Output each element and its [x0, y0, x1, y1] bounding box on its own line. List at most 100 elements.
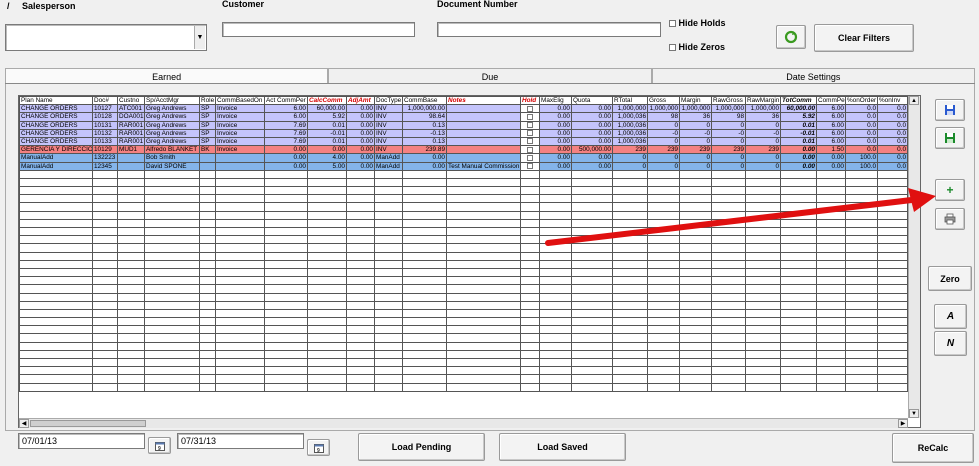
table-cell[interactable] — [446, 145, 521, 155]
table-cell[interactable]: 0 — [647, 120, 680, 130]
column-header[interactable]: Margin — [679, 96, 712, 106]
table-cell[interactable] — [446, 112, 521, 122]
table-cell[interactable]: 0.01 — [780, 120, 817, 130]
table-cell[interactable]: Greg Andrews — [144, 120, 200, 130]
column-header[interactable]: Plan Name — [19, 96, 93, 106]
column-header[interactable]: Doc# — [92, 96, 118, 106]
table-cell[interactable]: 0.0 — [877, 120, 908, 130]
table-cell[interactable]: 1,000,036 — [612, 112, 648, 122]
table-cell[interactable]: 0.00 — [346, 104, 375, 114]
table-cell[interactable]: -0.13 — [402, 128, 447, 138]
scroll-down-icon[interactable]: ▼ — [909, 409, 919, 418]
table-cell[interactable]: Invoice — [215, 104, 265, 114]
table-cell[interactable]: Greg Andrews — [144, 112, 200, 122]
table-cell[interactable] — [117, 161, 145, 171]
table-cell[interactable]: SP — [199, 112, 216, 122]
table-cell[interactable]: 0.00 — [780, 145, 817, 155]
horizontal-scroll-thumb[interactable] — [30, 420, 146, 427]
date-to-input[interactable]: 07/31/13 — [177, 433, 304, 449]
table-cell[interactable]: Invoice — [215, 145, 265, 155]
table-cell[interactable]: 6.00 — [264, 112, 308, 122]
table-cell[interactable]: 0.00 — [539, 136, 572, 147]
table-cell[interactable]: 0.00 — [539, 145, 572, 155]
column-header[interactable]: Role — [199, 96, 216, 106]
table-cell[interactable]: 0.0 — [845, 112, 878, 122]
table-row[interactable]: CHANGE ORDERS 10131 RAR001 Greg Andrews SP In… — [19, 120, 908, 130]
table-cell[interactable]: 1,000,000 — [647, 104, 680, 114]
table-cell[interactable]: Greg Andrews — [144, 128, 200, 138]
table-cell[interactable]: 0 — [711, 120, 746, 130]
table-cell[interactable]: 0.00 — [539, 112, 572, 122]
table-cell[interactable]: 0.00 — [264, 161, 308, 171]
table-cell[interactable]: 1,000,036 — [612, 136, 648, 147]
table-cell[interactable]: Invoice — [215, 120, 265, 130]
load-pending-button[interactable]: Load Pending — [358, 433, 485, 461]
document-number-input[interactable] — [437, 22, 661, 37]
tab-due[interactable]: Due — [328, 68, 652, 83]
table-cell[interactable]: 6.00 — [816, 128, 846, 138]
table-cell[interactable]: 7.69 — [264, 120, 308, 130]
table-cell[interactable]: 0.0 — [877, 145, 908, 155]
table-cell[interactable]: SP — [199, 136, 216, 147]
table-cell[interactable]: Invoice — [215, 128, 265, 138]
table-cell[interactable]: 0.00 — [539, 120, 572, 130]
table-cell[interactable]: 0.00 — [571, 104, 613, 114]
table-cell[interactable]: 0 — [612, 153, 648, 163]
table-cell[interactable]: 0.00 — [346, 145, 375, 155]
table-cell[interactable]: 0.01 — [307, 136, 347, 147]
table-cell[interactable]: 0.00 — [539, 128, 572, 138]
table-cell[interactable]: 10133 — [92, 136, 118, 147]
table-cell[interactable]: Test Manual Commission — [446, 161, 521, 171]
column-header[interactable]: CommBase — [402, 96, 447, 106]
table-cell[interactable]: 36 — [679, 112, 712, 122]
hide-zeros-option[interactable]: Hide Zeros — [669, 42, 725, 52]
table-cell[interactable]: 0 — [679, 120, 712, 130]
table-cell[interactable]: 0.00 — [571, 112, 613, 122]
scroll-left-icon[interactable]: ◀ — [19, 419, 29, 428]
save-button[interactable] — [935, 99, 965, 121]
table-cell[interactable]: ManAdd — [374, 153, 403, 163]
dropdown-arrow-icon[interactable]: ▼ — [194, 26, 205, 49]
table-cell[interactable]: 0.0 — [845, 120, 878, 130]
table-cell[interactable]: 6.00 — [264, 104, 308, 114]
table-cell[interactable]: 0.0 — [845, 145, 878, 155]
table-cell[interactable] — [446, 128, 521, 138]
table-cell[interactable]: 0.00 — [571, 161, 613, 171]
table-cell[interactable]: 100.0 — [845, 161, 878, 171]
date-from-calendar-button[interactable]: 9 — [148, 437, 171, 454]
hold-checkbox[interactable] — [527, 138, 533, 145]
table-cell[interactable]: 7.69 — [264, 128, 308, 138]
table-cell[interactable]: 1.50 — [816, 145, 846, 155]
table-cell[interactable]: 239.89 — [402, 145, 447, 155]
table-cell[interactable]: -0.01 — [780, 128, 817, 138]
table-cell[interactable]: 5.92 — [307, 112, 347, 122]
table-cell[interactable]: -0.01 — [307, 128, 347, 138]
table-cell[interactable]: 1,000,036 — [612, 128, 648, 138]
table-cell[interactable] — [199, 153, 216, 163]
table-cell[interactable]: 0.01 — [780, 136, 817, 147]
table-cell[interactable]: CHANGE ORDERS — [19, 120, 93, 130]
table-cell[interactable]: 0 — [679, 161, 712, 171]
table-cell[interactable]: RAR001 — [117, 128, 145, 138]
column-header[interactable]: Sp/AcctMgr — [144, 96, 200, 106]
table-cell[interactable]: 0.00 — [571, 136, 613, 147]
table-cell[interactable]: 0.13 — [402, 120, 447, 130]
table-cell[interactable]: 0.0 — [877, 112, 908, 122]
hold-checkbox[interactable] — [527, 122, 533, 128]
column-header[interactable]: Notes — [446, 96, 521, 106]
table-cell[interactable]: 0.00 — [780, 153, 817, 163]
hold-checkbox[interactable] — [527, 130, 533, 137]
table-cell[interactable]: 10128 — [92, 112, 118, 122]
date-from-input[interactable]: 07/01/13 — [18, 433, 145, 449]
date-to-calendar-button[interactable]: 9 — [307, 439, 330, 456]
table-cell[interactable] — [520, 128, 540, 138]
table-cell[interactable]: 0.13 — [402, 136, 447, 147]
table-cell[interactable]: 0.0 — [877, 104, 908, 114]
commission-grid[interactable]: Plan Name Doc# Custno Sp/AcctMgr Role CommBas… — [18, 95, 921, 428]
table-cell[interactable]: 1,000,000.00 — [402, 104, 447, 114]
table-cell[interactable]: 12345 — [92, 161, 118, 171]
save-green-button[interactable] — [935, 127, 965, 149]
table-cell[interactable]: 0 — [679, 153, 712, 163]
table-cell[interactable]: 0 — [711, 161, 746, 171]
table-cell[interactable]: ManualAdd — [19, 161, 93, 171]
